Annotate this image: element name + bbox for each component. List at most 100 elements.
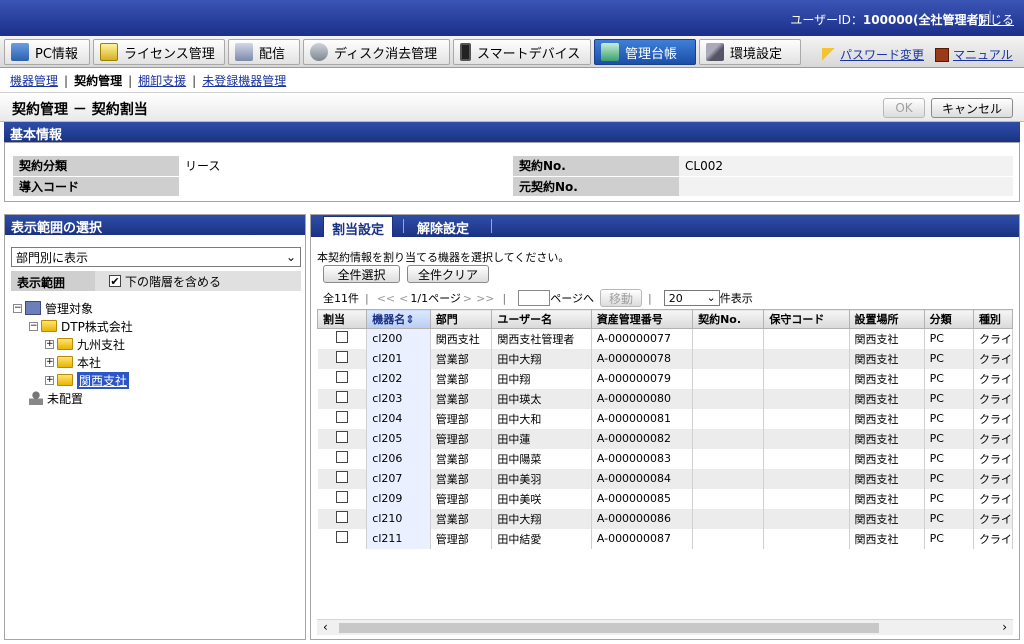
location-cell: 関西支社 <box>849 408 925 429</box>
asset-number-cell: A-000000085 <box>591 488 694 509</box>
scroll-right-icon[interactable]: › <box>1002 620 1007 634</box>
tree-node-company[interactable]: − DTP株式会社 <box>13 317 133 335</box>
menu-ledger[interactable]: 管理台帳 <box>594 39 696 65</box>
table-row[interactable]: cl205 管理部 田中蓮 A-000000082 関西支社 PC クライ <box>317 428 1013 449</box>
menu-pc-info[interactable]: PC情報 <box>4 39 90 65</box>
menu-disk-erase[interactable]: ディスク消去管理 <box>303 39 450 65</box>
assign-checkbox[interactable] <box>335 491 348 503</box>
collapse-icon[interactable]: − <box>13 303 22 313</box>
subnav-inventory-support[interactable]: 棚卸支援 <box>138 74 186 88</box>
maintenance-code-cell <box>763 348 850 369</box>
tab-release-settings[interactable]: 解除設定 <box>409 216 477 237</box>
table-row[interactable]: cl200 関西支社 関西支社管理者 A-000000077 関西支社 PC クライ <box>317 328 1013 349</box>
horizontal-scrollbar[interactable]: ‹ › <box>317 619 1013 635</box>
assign-checkbox[interactable] <box>335 331 348 344</box>
close-link[interactable]: 閉じる <box>978 11 1014 28</box>
assign-checkbox[interactable] <box>335 531 348 543</box>
collapse-icon[interactable]: − <box>29 321 38 331</box>
scroll-left-icon[interactable]: ‹ <box>323 620 328 634</box>
menu-distribution[interactable]: 配信 <box>228 39 300 65</box>
asset-number-cell: A-000000077 <box>591 328 694 349</box>
tab-bar: 割当設定 解除設定 <box>311 215 1019 238</box>
table-row[interactable]: cl209 管理部 田中美咲 A-000000085 関西支社 PC クライ <box>317 488 1013 509</box>
table-row[interactable]: cl210 営業部 田中大翔 A-000000086 関西支社 PC クライ <box>317 508 1013 529</box>
device-name-cell: cl201 <box>366 348 431 369</box>
column-header-asset-number[interactable]: 資産管理番号 <box>590 309 694 329</box>
maintenance-code-cell <box>763 528 850 549</box>
category-cell: PC <box>924 368 974 389</box>
asset-number-cell: A-000000079 <box>591 368 694 389</box>
location-cell: 関西支社 <box>849 388 925 409</box>
clear-all-button[interactable]: 全件クリア <box>407 265 489 283</box>
scrollbar-thumb[interactable] <box>339 623 879 633</box>
per-page-select[interactable]: 20 ⌄ <box>663 290 720 306</box>
user-name-cell: 田中結愛 <box>491 528 592 549</box>
type-cell: クライ <box>973 488 1013 509</box>
assign-checkbox[interactable] <box>335 431 348 443</box>
tree-node-root[interactable]: − 管理対象 <box>13 299 133 317</box>
expand-icon[interactable]: + <box>45 339 54 349</box>
table-row[interactable]: cl207 営業部 田中美羽 A-000000084 関西支社 PC クライ <box>317 468 1013 489</box>
view-mode-select[interactable]: 部門別に表示 ⌄ <box>11 247 301 267</box>
assign-cell <box>317 348 368 369</box>
column-header-category[interactable]: 分類 <box>923 309 974 329</box>
select-all-button[interactable]: 全件選択 <box>323 265 400 283</box>
assign-checkbox[interactable] <box>335 411 348 423</box>
table-row[interactable]: cl204 管理部 田中大和 A-000000081 関西支社 PC クライ <box>317 408 1013 429</box>
next-page-button[interactable]: > <box>463 292 472 305</box>
ok-button[interactable]: OK <box>883 98 925 118</box>
tree-node-kansai[interactable]: + 関西支社 <box>13 371 133 389</box>
original-contract-no-value <box>679 176 1013 197</box>
table-row[interactable]: cl203 営業部 田中瑛太 A-000000080 関西支社 PC クライ <box>317 388 1013 409</box>
assign-checkbox[interactable] <box>335 451 348 463</box>
assign-checkbox[interactable] <box>335 371 348 383</box>
device-name-cell: cl200 <box>366 328 431 349</box>
menu-smart-device[interactable]: スマートデバイス <box>453 39 591 65</box>
category-cell: PC <box>924 388 974 409</box>
column-header-maintenance-code[interactable]: 保守コード <box>763 309 850 329</box>
assign-cell <box>317 328 368 349</box>
expand-icon[interactable]: + <box>45 357 54 367</box>
page-number-input[interactable] <box>518 290 551 306</box>
column-header-location[interactable]: 設置場所 <box>848 309 925 329</box>
menu-settings[interactable]: 環境設定 <box>699 39 801 65</box>
table-row[interactable]: cl202 営業部 田中翔 A-000000079 関西支社 PC クライ <box>317 368 1013 389</box>
column-header-contract-no[interactable]: 契約No. <box>692 309 765 329</box>
assign-checkbox[interactable] <box>335 391 348 403</box>
column-header-user-name[interactable]: ユーザー名 <box>491 309 592 329</box>
per-page-suffix: 件表示 <box>719 292 753 305</box>
contract-no-cell <box>692 328 765 349</box>
table-row[interactable]: cl211 管理部 田中結愛 A-000000087 関西支社 PC クライ <box>317 528 1013 549</box>
column-header-department[interactable]: 部門 <box>429 309 493 329</box>
tree-node-headquarters[interactable]: + 本社 <box>13 353 133 371</box>
include-sub-checkbox[interactable]: ✔ <box>109 275 121 287</box>
table-row[interactable]: cl206 営業部 田中陽菜 A-000000083 関西支社 PC クライ <box>317 448 1013 469</box>
device-name-cell: cl204 <box>366 408 431 429</box>
manual-link[interactable]: マニュアル <box>935 46 1013 63</box>
assign-cell <box>317 528 368 549</box>
contract-no-cell <box>692 468 765 489</box>
distribution-icon <box>235 43 253 61</box>
subnav-device-management[interactable]: 機器管理 <box>10 74 58 88</box>
move-button[interactable]: 移動 <box>600 289 643 307</box>
assign-cell <box>317 448 368 469</box>
assign-checkbox[interactable] <box>335 511 348 523</box>
assign-checkbox[interactable] <box>335 471 348 483</box>
table-row[interactable]: cl201 営業部 田中大翔 A-000000078 関西支社 PC クライ <box>317 348 1013 369</box>
tab-assign-settings[interactable]: 割当設定 <box>323 216 394 238</box>
subnav-unregistered-devices[interactable]: 未登録機器管理 <box>202 74 286 88</box>
prev-page-button[interactable]: < <box>399 292 408 305</box>
first-page-button[interactable]: << <box>377 292 395 305</box>
tree-node-unassigned[interactable]: 未配置 <box>13 389 133 407</box>
tree-node-kyushu[interactable]: + 九州支社 <box>13 335 133 353</box>
expand-icon[interactable]: + <box>45 375 54 385</box>
column-header-type[interactable]: 種別 <box>972 309 1013 329</box>
assign-cell <box>317 468 368 489</box>
last-page-button[interactable]: >> <box>476 292 494 305</box>
password-change-link[interactable]: パスワード変更 <box>822 46 924 63</box>
cancel-button[interactable]: キャンセル <box>931 98 1013 118</box>
column-header-device-name[interactable]: 機器名⇕ <box>366 309 431 329</box>
assign-checkbox[interactable] <box>335 351 348 363</box>
menu-license[interactable]: ライセンス管理 <box>93 39 225 65</box>
asset-number-cell: A-000000082 <box>591 428 694 449</box>
